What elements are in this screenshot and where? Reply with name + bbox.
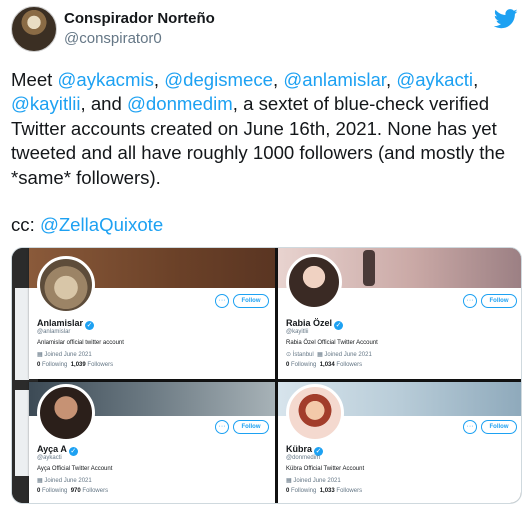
following-count[interactable]: 0 <box>37 362 40 368</box>
profile-card-anlamislar[interactable]: Follow ··· Anlamislar ✓ @anlamislar Anlam… <box>29 248 275 379</box>
profile-stats: 0 Following 970 Followers <box>37 488 108 494</box>
profile-joined: ▦ Joined June 2021 <box>37 477 92 484</box>
mention-link[interactable]: @degismece <box>164 69 273 90</box>
more-options-button[interactable]: ··· <box>215 420 229 434</box>
followers-count[interactable]: 1,034 <box>320 362 335 368</box>
following-count[interactable]: 0 <box>286 362 289 368</box>
cc-line: cc: @ZellaQuixote <box>11 214 163 236</box>
profile-joined-text: Joined June 2021 <box>44 478 92 484</box>
twitter-bird-icon <box>494 9 518 29</box>
profile-location-joined: ⊙ İstanbul ▦ Joined June 2021 <box>286 351 372 358</box>
followers-count[interactable]: 1,039 <box>71 362 86 368</box>
profile-stats: 0 Following 1,039 Followers <box>37 362 113 368</box>
profile-joined: ▦ Joined June 2021 <box>37 351 92 358</box>
location-pin-icon: ⊙ <box>286 352 293 358</box>
profile-bio: Anlamislar official twitter account <box>37 340 124 346</box>
profile-username: @kayitlii <box>286 329 309 335</box>
media-background-card-sliver <box>15 288 29 380</box>
profile-joined-text: Joined June 2021 <box>324 352 372 358</box>
profile-username: @aykacti <box>37 455 62 461</box>
profile-username: @donmedim <box>286 455 321 461</box>
followers-label: Followers <box>87 362 114 368</box>
profile-avatar-woman <box>286 254 342 310</box>
profile-avatar-cat <box>37 256 95 314</box>
follow-button[interactable]: Follow <box>233 420 269 434</box>
profile-name-text: Ayça A <box>37 444 67 454</box>
tweet-media-image[interactable]: Follow ··· Anlamislar ✓ @anlamislar Anlam… <box>11 247 522 504</box>
mention-link[interactable]: @aykacmis <box>58 69 154 90</box>
followers-label: Followers <box>336 488 363 494</box>
following-label: Following <box>291 488 317 494</box>
followers-label: Followers <box>336 362 363 368</box>
profile-avatar-illustration <box>286 384 344 442</box>
verified-badge-icon: ✓ <box>334 321 344 330</box>
profile-joined: ▦ Joined June 2021 <box>286 477 341 484</box>
verified-badge-icon: ✓ <box>68 447 78 456</box>
follow-button[interactable]: Follow <box>233 294 269 308</box>
profile-name-text: Kübra <box>286 444 313 454</box>
following-count[interactable]: 0 <box>37 488 40 494</box>
author-avatar[interactable] <box>11 6 57 52</box>
profile-stats: 0 Following 1,034 Followers <box>286 362 362 368</box>
profile-location-text: İstanbul <box>292 352 314 358</box>
profile-name-text: Rabia Özel <box>286 318 333 328</box>
profile-name-text: Anlamislar <box>37 318 84 328</box>
mention-link[interactable]: @anlamislar <box>283 69 386 90</box>
tweet-text: Meet @aykacmis, @degismece, @anlamislar,… <box>11 68 519 190</box>
author-handle[interactable]: @conspirator0 <box>64 30 162 47</box>
following-label: Following <box>291 362 317 368</box>
profile-username: @anlamislar <box>37 329 71 335</box>
follow-button[interactable]: Follow <box>481 294 517 308</box>
banner-figure <box>363 250 375 286</box>
profile-bio: Kübra Official Twitter Account <box>286 466 365 472</box>
mention-link[interactable]: @kayitlii <box>11 93 81 114</box>
cc-mention-link[interactable]: @ZellaQuixote <box>40 214 163 235</box>
profile-card-ayca-a[interactable]: Follow ··· Ayça A ✓ @aykacti Ayça Officia… <box>29 382 275 503</box>
tweet-text-fragment: Meet <box>11 69 58 90</box>
profile-joined-text: Joined June 2021 <box>293 478 341 484</box>
following-count[interactable]: 0 <box>286 488 289 494</box>
followers-count[interactable]: 1,033 <box>320 488 335 494</box>
media-background-card-sliver <box>15 390 29 476</box>
more-options-button[interactable]: ··· <box>463 420 477 434</box>
tweet-text-fragment: , <box>473 69 479 90</box>
author-display-name[interactable]: Conspirador Norteño <box>64 10 215 27</box>
more-options-button[interactable]: ··· <box>215 294 229 308</box>
profile-card-kubra[interactable]: Follow ··· Kübra ✓ @donmedim Kübra Offici… <box>278 382 521 503</box>
cc-label: cc: <box>11 214 40 235</box>
tweet-text-fragment: , <box>273 69 284 90</box>
verified-badge-icon: ✓ <box>85 321 95 330</box>
profile-bio: Ayça Official Twitter Account <box>37 466 113 472</box>
mention-link[interactable]: @donmedim <box>127 93 233 114</box>
mention-link[interactable]: @aykacti <box>396 69 473 90</box>
profile-bio: Rabia Özel Official Twitter Account <box>286 340 378 346</box>
follow-button[interactable]: Follow <box>481 420 517 434</box>
profile-joined-text: Joined June 2021 <box>44 352 92 358</box>
profile-avatar-woman <box>37 384 95 442</box>
profile-card-rabia-ozel[interactable]: Follow ··· Rabia Özel ✓ @kayitlii Rabia Ö… <box>278 248 521 379</box>
more-options-button[interactable]: ··· <box>463 294 477 308</box>
following-label: Following <box>42 488 68 494</box>
tweet-text-fragment: , <box>153 69 165 90</box>
following-label: Following <box>42 362 68 368</box>
profile-stats: 0 Following 1,033 Followers <box>286 488 362 494</box>
tweet-text-fragment: , and <box>80 93 128 115</box>
tweet-text-fragment: , <box>385 69 397 90</box>
followers-count[interactable]: 970 <box>71 488 81 494</box>
followers-label: Followers <box>82 488 109 494</box>
